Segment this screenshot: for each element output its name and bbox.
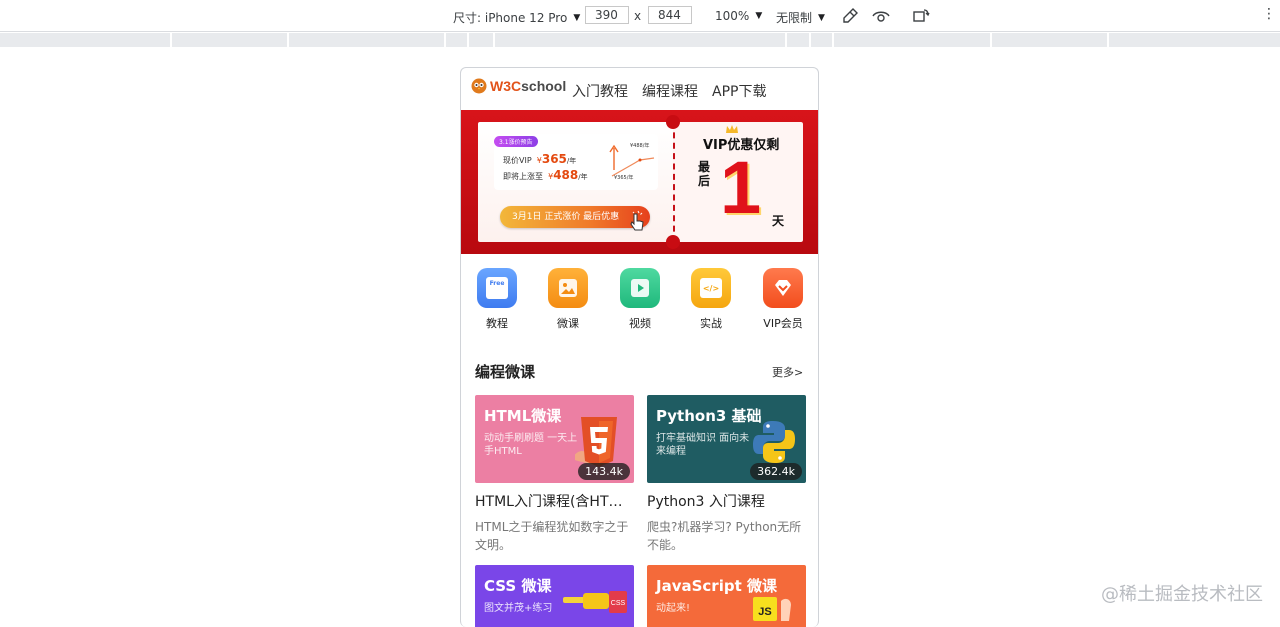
thumbnail-title: HTML微课 (484, 407, 562, 425)
zoom-label: 100% (715, 9, 750, 23)
grid-label: 教程 (486, 317, 508, 330)
more-link[interactable]: 更多> (772, 364, 803, 380)
last-label: 最后 (698, 160, 711, 188)
current-price-row: 现价VIP ¥365/年 (503, 152, 577, 166)
days-remaining-number: 1 (720, 146, 762, 229)
course-thumbnail: CSS 微课 图文并茂+练习 CSS (475, 565, 634, 627)
throttle-label: 无限制 (776, 11, 813, 25)
media-query-ruler[interactable] (0, 33, 1280, 47)
ticket-notch-bottom (666, 235, 680, 249)
vip-promo-banner[interactable]: 3.1涨价预告 现价VIP ¥365/年 即将上涨至 ¥488/年 ¥488/年… (461, 110, 818, 254)
eye-icon[interactable] (872, 7, 890, 25)
course-title: Python3 入门课程 (647, 494, 765, 510)
thumbnail-subtitle: 动起来! (656, 603, 691, 614)
nav-links: 入门教程 编程课程 APP下载 (572, 81, 766, 101)
mini-high-label: ¥488/年 (630, 143, 650, 149)
grid-item-tutorials[interactable]: Free 教程 (467, 268, 527, 331)
devtools-device-toolbar: 尺寸: iPhone 12 Pro ▼ 390 x 844 100% ▼ 无限制… (0, 0, 1280, 32)
grid-label: 微课 (557, 317, 579, 330)
feature-grid: Free 教程 微课 视频 </> 实战 VIP会员 (461, 268, 818, 338)
ticket-notch-top (666, 115, 680, 129)
grid-item-micro-courses[interactable]: 微课 (538, 268, 598, 331)
price-card: 3.1涨价预告 现价VIP ¥365/年 即将上涨至 ¥488/年 ¥488/年… (494, 134, 658, 190)
course-card-css[interactable]: CSS 微课 图文并茂+练习 CSS (475, 565, 634, 627)
chevron-down-icon: ▼ (573, 12, 581, 23)
thumbnail-subtitle: 打牢基础知识 面向未来编程 (656, 433, 750, 457)
owl-logo-icon (471, 78, 487, 94)
course-thumbnail: HTML微课 动动手刷刷题 一天上手HTML 143.4k (475, 395, 634, 483)
play-icon (620, 268, 660, 308)
eyedropper-icon[interactable] (841, 7, 859, 25)
logo-text: W3Cschool (490, 78, 567, 94)
site-logo[interactable]: W3Cschool (471, 78, 566, 94)
js-logo-icon: JS (753, 597, 791, 621)
device-select[interactable]: 尺寸: iPhone 12 Pro ▼ (453, 9, 580, 26)
device-viewport: W3Cschool 入门教程 编程课程 APP下载 3.1涨价预告 现价VIP … (460, 67, 819, 627)
height-input[interactable]: 844 (648, 6, 692, 24)
course-thumbnail: Python3 基础 打牢基础知识 面向未来编程 362.4k (647, 395, 806, 483)
grid-label: VIP会员 (763, 317, 803, 330)
css-paint-roller-icon: CSS (563, 591, 627, 613)
dimension-separator: x (634, 9, 642, 23)
svg-text:CSS: CSS (611, 600, 626, 607)
course-title: HTML入门课程(含HTML5) (475, 494, 634, 510)
pointer-hand-icon (630, 210, 644, 231)
free-book-icon: Free (477, 268, 517, 308)
future-price-row: 即将上涨至 ¥488/年 (503, 168, 588, 182)
mini-low-label: ¥365/年 (614, 175, 634, 181)
rotate-icon[interactable] (912, 7, 930, 25)
section-title: 编程微课 (475, 363, 536, 381)
course-card-javascript[interactable]: JavaScript 微课 动起来! JS (647, 565, 806, 627)
svg-text:JS: JS (758, 606, 771, 618)
top-nav: W3Cschool 入门教程 编程课程 APP下载 (461, 68, 818, 110)
chevron-down-icon: ▼ (818, 12, 825, 23)
grid-item-vip[interactable]: VIP会员 (753, 268, 813, 331)
ticket-left: 3.1涨价预告 现价VIP ¥365/年 即将上涨至 ¥488/年 ¥488/年… (478, 122, 673, 242)
day-unit: 天 (772, 214, 785, 228)
nav-link-tutorials[interactable]: 入门教程 (572, 81, 628, 101)
more-options-icon[interactable]: ⋮ (1262, 7, 1276, 21)
nav-link-courses[interactable]: 编程课程 (642, 81, 698, 101)
promo-ticket: 3.1涨价预告 现价VIP ¥365/年 即将上涨至 ¥488/年 ¥488/年… (478, 122, 803, 242)
chevron-down-icon: ▼ (755, 11, 763, 21)
device-label: 尺寸: iPhone 12 Pro (453, 11, 568, 25)
view-count-badge: 362.4k (750, 463, 802, 480)
vip-diamond-icon (763, 268, 803, 308)
nav-link-app-download[interactable]: APP下载 (712, 81, 766, 101)
zoom-select[interactable]: 100% ▼ (715, 9, 762, 23)
grid-label: 实战 (700, 317, 722, 330)
course-thumbnail: JavaScript 微课 动起来! JS (647, 565, 806, 627)
python-logo-icon (753, 421, 795, 463)
course-card-python[interactable]: Python3 基础 打牢基础知识 面向未来编程 362.4k Python3 … (647, 395, 806, 554)
price-badge: 3.1涨价预告 (494, 136, 538, 147)
grid-label: 视频 (629, 317, 651, 330)
crown-icon (726, 125, 738, 133)
image-card-icon (548, 268, 588, 308)
thumbnail-title: Python3 基础 (656, 407, 762, 425)
view-count-badge: 143.4k (578, 463, 630, 480)
width-input[interactable]: 390 (585, 6, 629, 24)
thumbnail-title: CSS 微课 (484, 577, 552, 595)
course-description: 爬虫?机器学习? Python无所不能。 (647, 520, 802, 552)
course-description: HTML之于编程犹如数字之于文明。 (475, 520, 629, 552)
throttle-select[interactable]: 无限制 ▼ (776, 9, 825, 26)
site-watermark: @稀土掘金技术社区 (1101, 584, 1263, 605)
grid-item-videos[interactable]: 视频 (610, 268, 670, 331)
thumbnail-subtitle: 动动手刷刷题 一天上手HTML (484, 433, 578, 457)
ticket-divider (673, 122, 675, 242)
grid-item-practice[interactable]: </> 实战 (681, 268, 741, 331)
course-card-html[interactable]: HTML微课 动动手刷刷题 一天上手HTML 143.4k HTML入门课程(含… (475, 395, 634, 554)
code-window-icon: </> (691, 268, 731, 308)
